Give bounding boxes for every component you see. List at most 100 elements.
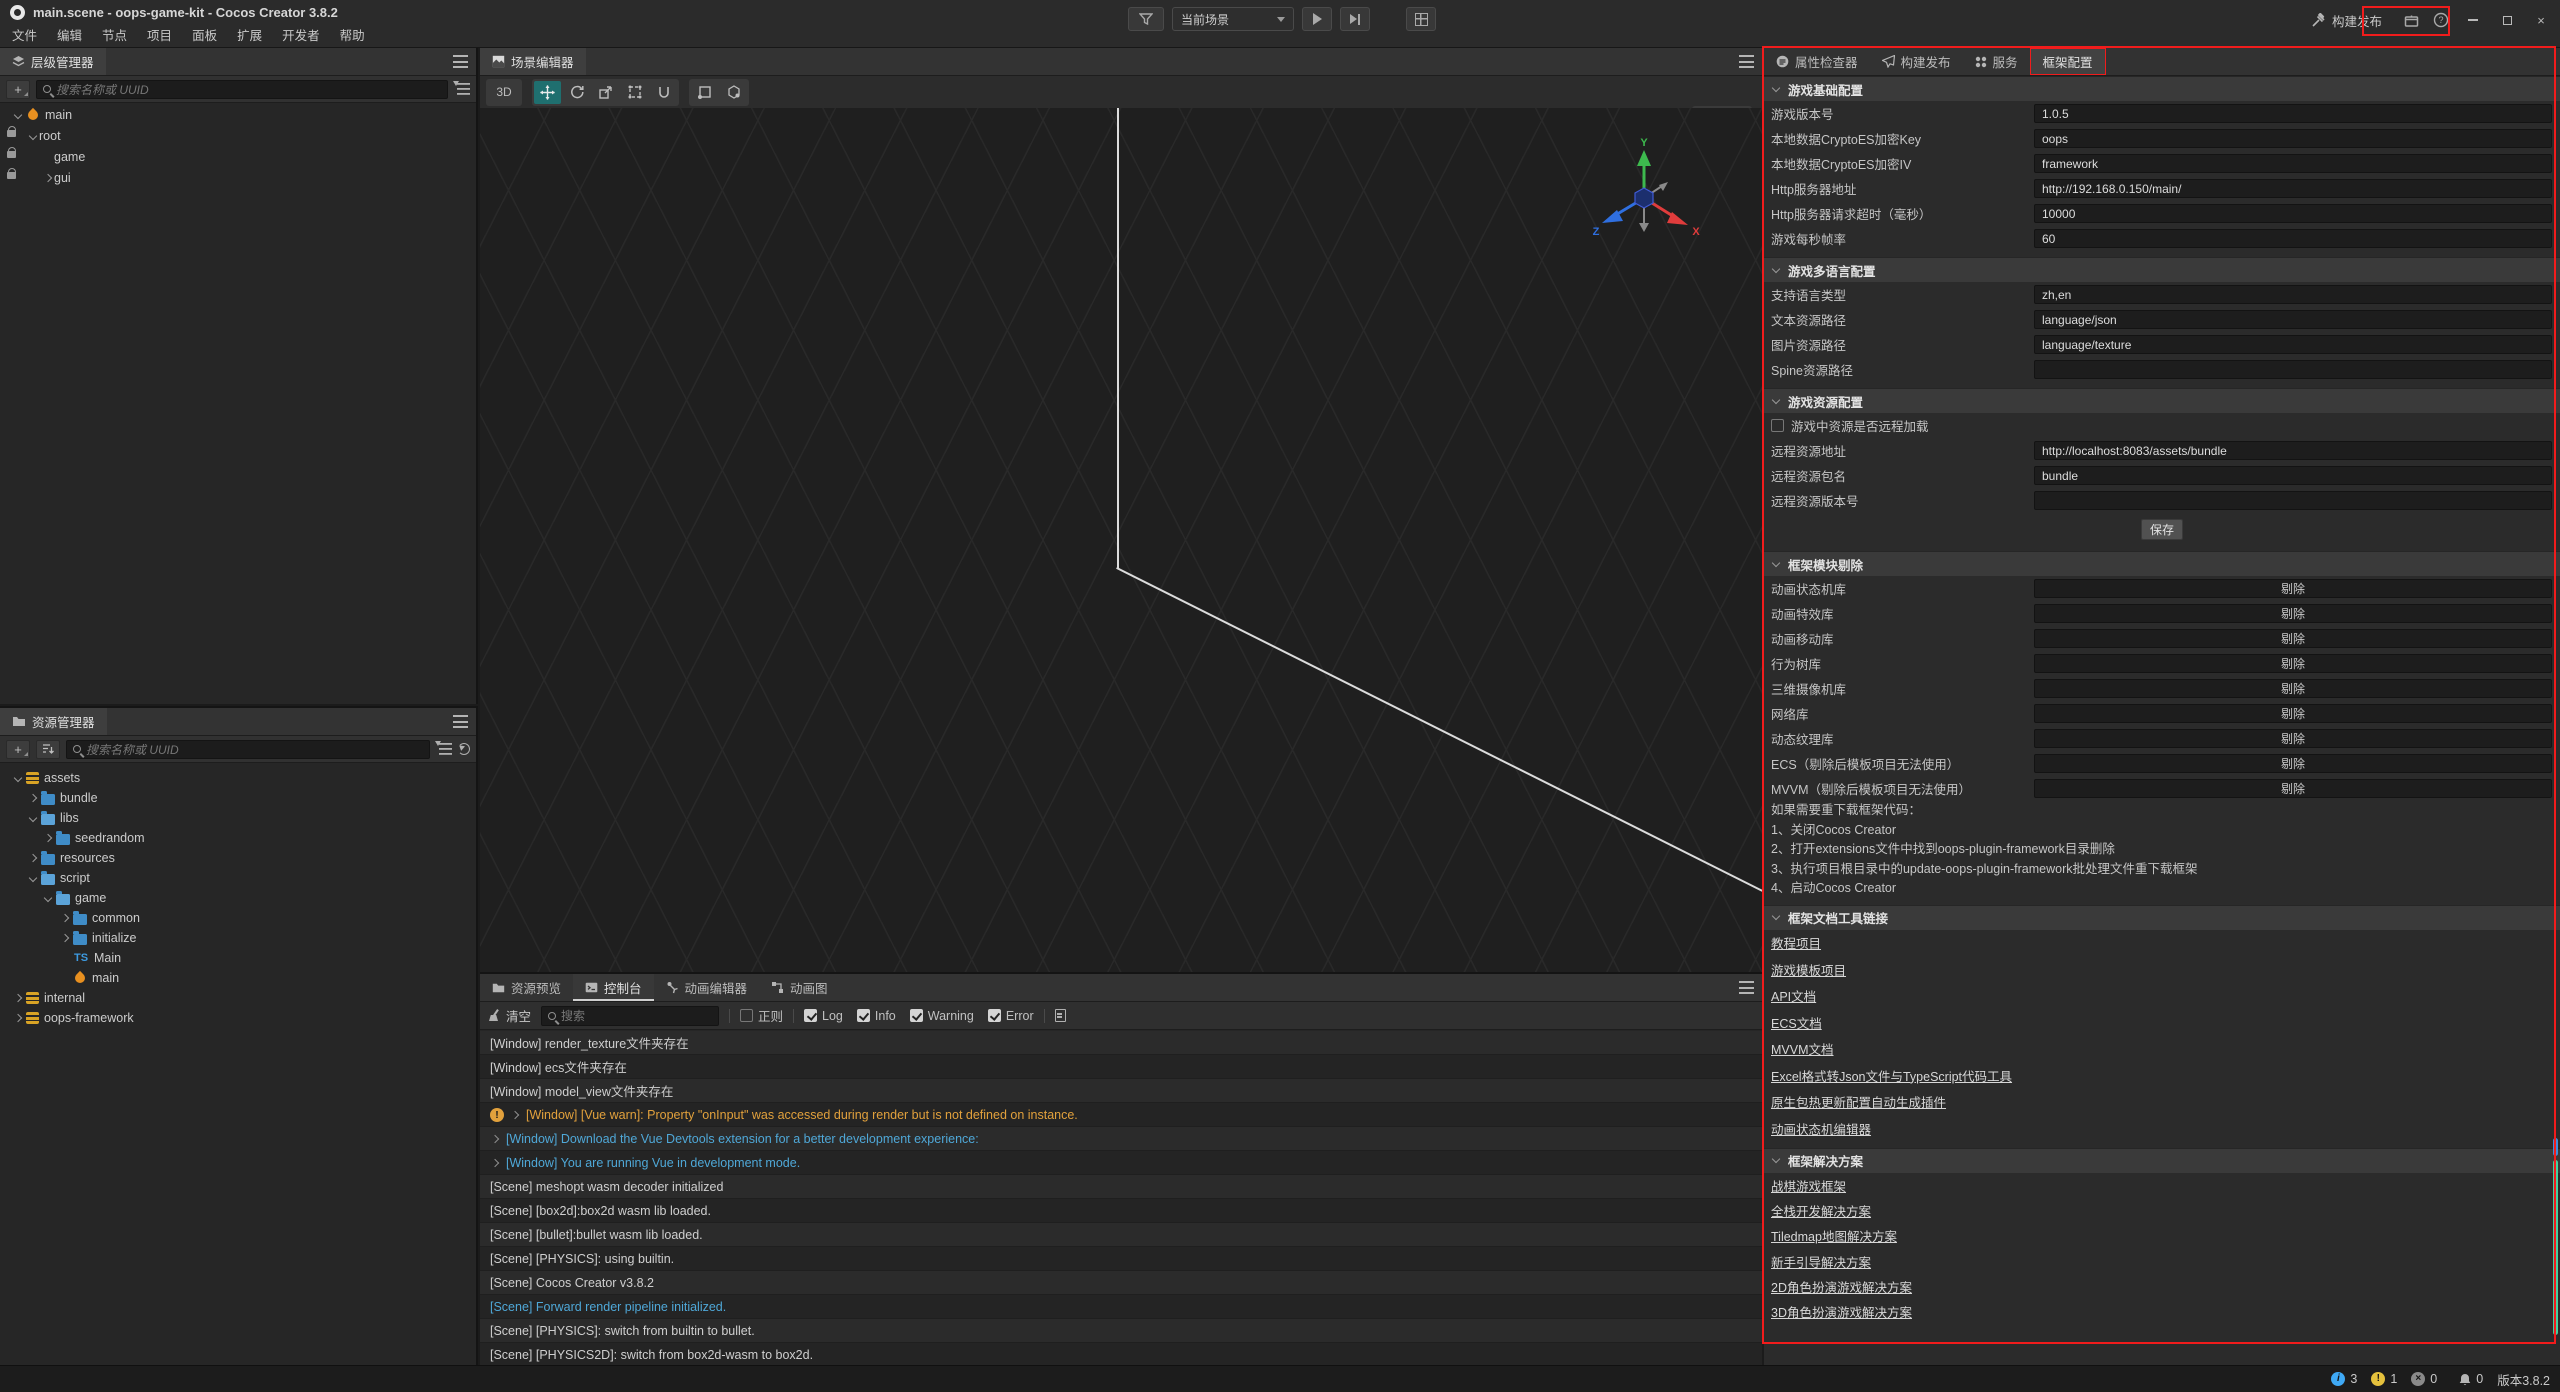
chevron-icon[interactable] <box>59 912 71 924</box>
remove-module-button[interactable]: 剔除 <box>2034 779 2552 798</box>
log-entry[interactable]: [Window] [Vue warn]: Property "onInput" … <box>480 1103 1762 1127</box>
step-button[interactable] <box>1340 7 1370 31</box>
play-button[interactable] <box>1302 7 1332 31</box>
tree-node[interactable]: game <box>0 146 476 167</box>
log-entry[interactable]: [Window] render_texture文件夹存在 <box>480 1031 1762 1055</box>
tree-node[interactable]: common <box>0 908 476 928</box>
tab-assets[interactable]: 资源管理器 <box>0 708 107 735</box>
tree-node[interactable]: assets <box>0 768 476 788</box>
scale-tool-button[interactable] <box>592 81 619 104</box>
close-button[interactable]: × <box>2530 10 2552 30</box>
tab-service[interactable]: 服务 <box>1963 48 2030 75</box>
chevron-icon[interactable] <box>12 992 24 1004</box>
field-input[interactable]: oops <box>2034 129 2552 148</box>
field-input[interactable]: 1.0.5 <box>2034 104 2552 123</box>
field-input[interactable]: 10000 <box>2034 204 2552 223</box>
regex-checkbox[interactable]: 正则 <box>740 1006 783 1025</box>
expand-chevron-icon[interactable] <box>510 1110 520 1120</box>
tree-node[interactable]: main <box>0 968 476 988</box>
chevron-icon[interactable] <box>12 772 24 784</box>
info-count[interactable]: 3 <box>2331 1372 2357 1386</box>
refresh-icon[interactable] <box>458 743 470 755</box>
menu-item[interactable]: 面板 <box>182 25 227 47</box>
panel-menu-icon[interactable] <box>1739 55 1754 68</box>
menu-item[interactable]: 项目 <box>137 25 182 47</box>
tree-node[interactable]: script <box>0 868 476 888</box>
section-resource[interactable]: 游戏资源配置 <box>1764 388 2560 413</box>
doc-link[interactable]: MVVM文档 <box>1771 1039 1834 1058</box>
doc-link[interactable]: Excel格式转Json文件与TypeScript代码工具 <box>1771 1066 2012 1085</box>
tree-node[interactable]: game <box>0 888 476 908</box>
field-input[interactable]: language/json <box>2034 310 2552 329</box>
warning-count[interactable]: 1 <box>2371 1372 2397 1386</box>
field-input[interactable]: zh,en <box>2034 285 2552 304</box>
tree-node[interactable]: seedrandom <box>0 828 476 848</box>
expand-chevron-icon[interactable] <box>490 1158 500 1168</box>
doc-link[interactable]: API文档 <box>1771 986 1816 1005</box>
coordinate-toggle-button[interactable] <box>720 81 747 104</box>
log-entry[interactable]: [Scene] [PHYSICS2D]: switch from box2d-w… <box>480 1343 1762 1365</box>
tab-asset-preview[interactable]: 资源预览 <box>480 974 573 1001</box>
tab-build[interactable]: 构建发布 <box>1870 48 1963 75</box>
scrollbar-thumb[interactable] <box>2553 1160 2558 1335</box>
remove-module-button[interactable]: 剔除 <box>2034 729 2552 748</box>
maximize-button[interactable] <box>2496 10 2518 30</box>
tab-framework-config[interactable]: 框架配置 <box>2030 48 2106 75</box>
log-entry[interactable]: [Scene] [bullet]:bullet wasm lib loaded. <box>480 1223 1762 1247</box>
rotate-tool-button[interactable] <box>563 81 590 104</box>
doc-link[interactable]: 动画状态机编辑器 <box>1771 1119 1871 1138</box>
menu-item[interactable]: 帮助 <box>330 25 375 47</box>
menu-item[interactable]: 节点 <box>92 25 137 47</box>
add-node-button[interactable]: + <box>6 80 30 99</box>
remove-module-button[interactable]: 剔除 <box>2034 604 2552 623</box>
panel-menu-icon[interactable] <box>453 55 468 68</box>
remove-module-button[interactable]: 剔除 <box>2034 654 2552 673</box>
chevron-icon[interactable] <box>12 1012 24 1024</box>
filter-checkbox[interactable]: Warning <box>910 1009 974 1023</box>
help-icon[interactable]: ? <box>2432 11 2450 29</box>
filter-checkbox[interactable]: Error <box>988 1009 1034 1023</box>
panel-menu-icon[interactable] <box>1739 981 1754 994</box>
field-input[interactable]: http://localhost:8083/assets/bundle <box>2034 441 2552 460</box>
chevron-icon[interactable] <box>42 151 54 163</box>
log-entry[interactable]: [Window] Download the Vue Devtools exten… <box>480 1127 1762 1151</box>
chevron-icon[interactable] <box>59 932 71 944</box>
console-search-input[interactable]: 搜索 <box>541 1006 719 1026</box>
chevron-icon[interactable] <box>27 872 39 884</box>
tree-node[interactable]: libs <box>0 808 476 828</box>
tree-node[interactable]: gui <box>0 167 476 188</box>
menu-item[interactable]: 扩展 <box>227 25 272 47</box>
field-input[interactable]: bundle <box>2034 466 2552 485</box>
tree-node[interactable]: root <box>0 125 476 146</box>
section-language[interactable]: 游戏多语言配置 <box>1764 257 2560 282</box>
chevron-icon[interactable] <box>27 852 39 864</box>
section-game-basic[interactable]: 游戏基础配置 <box>1764 76 2560 101</box>
tree-node[interactable]: main <box>0 104 476 125</box>
3d-toggle-button[interactable]: 3D <box>488 81 520 104</box>
menu-item[interactable]: 开发者 <box>272 25 330 47</box>
tree-node[interactable]: internal <box>0 988 476 1008</box>
solution-link[interactable]: 3D角色扮演游戏解决方案 <box>1771 1302 1912 1321</box>
tree-node[interactable]: oops-framework <box>0 1008 476 1028</box>
field-input[interactable] <box>2034 491 2552 510</box>
field-input[interactable] <box>2034 360 2552 379</box>
package-icon[interactable] <box>2402 11 2420 29</box>
remove-module-button[interactable]: 剔除 <box>2034 579 2552 598</box>
tab-hierarchy[interactable]: 层级管理器 <box>0 48 106 75</box>
chevron-icon[interactable] <box>42 172 54 184</box>
doc-link[interactable]: 游戏模板项目 <box>1771 960 1846 979</box>
doc-link[interactable]: ECS文档 <box>1771 1013 1822 1032</box>
hierarchy-search-input[interactable]: 搜索名称或 UUID <box>36 80 448 99</box>
tree-node[interactable]: resources <box>0 848 476 868</box>
layout-grid-button[interactable] <box>1406 7 1436 31</box>
open-log-file-icon[interactable] <box>1055 1009 1066 1022</box>
scene-viewport[interactable]: Y Z X <box>480 108 1762 972</box>
tab-animation-editor[interactable]: 动画编辑器 <box>654 974 760 1001</box>
error-count[interactable]: 0 <box>2411 1372 2437 1386</box>
section-modules[interactable]: 框架模块剔除 <box>1764 551 2560 576</box>
rect-tool-button[interactable] <box>621 81 648 104</box>
chevron-icon[interactable] <box>12 109 24 121</box>
field-input[interactable]: http://192.168.0.150/main/ <box>2034 179 2552 198</box>
save-button[interactable]: 保存 <box>2141 519 2183 540</box>
chevron-icon[interactable] <box>42 832 54 844</box>
